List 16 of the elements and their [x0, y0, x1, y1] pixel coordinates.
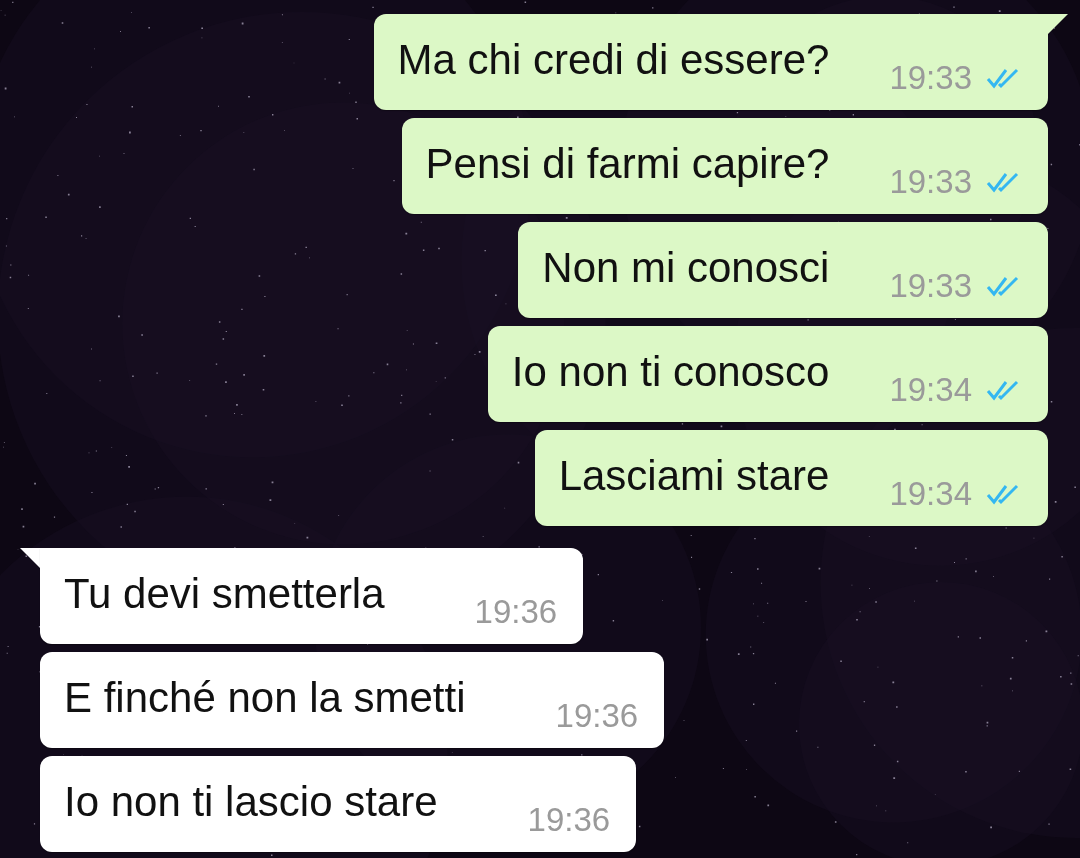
message-text: Non mi conosci	[542, 244, 830, 292]
message-time: 19:34	[889, 475, 972, 513]
message-time: 19:33	[889, 267, 972, 305]
message-text: Lasciami stare	[558, 452, 830, 500]
message-text: Io non ti conosco	[511, 348, 830, 396]
message-time: 19:36	[474, 593, 558, 631]
message-time: 19:36	[527, 801, 611, 839]
message-time: 19:33	[889, 163, 972, 201]
message-text: Ma chi credi di essere?	[397, 36, 830, 84]
message-time: 19:36	[555, 697, 639, 735]
message-text: E finché non la smetti	[64, 674, 466, 722]
message-text: Pensi di farmi capire?	[425, 140, 830, 188]
message-time: 19:33	[889, 59, 972, 97]
message-text: Io non ti lascio stare	[64, 778, 438, 826]
message-time: 19:34	[889, 371, 972, 409]
message-text: Tu devi smetterla	[64, 570, 385, 618]
